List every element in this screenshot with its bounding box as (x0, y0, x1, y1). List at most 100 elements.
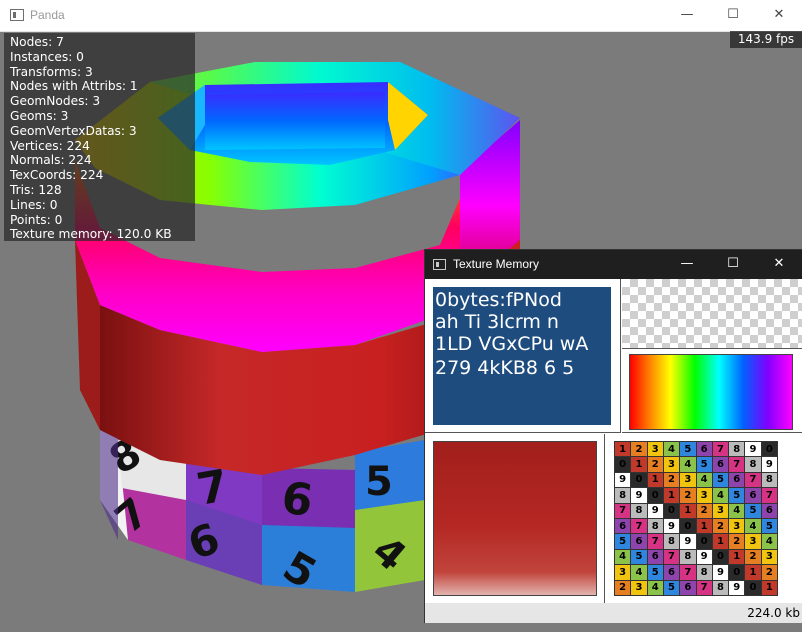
stat-texcoords: TexCoords: 224 (10, 168, 104, 183)
digit-cell: 7 (615, 503, 631, 518)
digit-cell: 0 (696, 534, 712, 549)
digit-cell: 7 (631, 518, 647, 534)
digit-cell: 0 (745, 580, 761, 595)
digit-cell: 8 (712, 580, 729, 595)
digit-cell: 3 (663, 457, 680, 472)
digit-cell: 9 (745, 442, 761, 457)
font-glyph-row: 0bytes:fPNod (435, 289, 562, 311)
main-titlebar[interactable]: Panda — ☐ ✕ (0, 0, 802, 32)
texture-status-bar: 224.0 kb (425, 603, 802, 623)
digit-cell: 0 (647, 488, 663, 503)
texture-maximize-button[interactable]: ☐ (710, 250, 756, 279)
digit-cell: 5 (745, 503, 761, 518)
tile-font-texture[interactable]: 0bytes:fPNod ah Ti 3lcrm n 1LD VGxCPu wA… (425, 279, 621, 433)
minimize-button[interactable]: — (664, 0, 710, 31)
texture-grid: 0bytes:fPNod ah Ti 3lcrm n 1LD VGxCPu wA… (425, 279, 802, 623)
digit-cell: 0 (761, 442, 777, 457)
digit-cell: 3 (761, 549, 777, 565)
stat-instances: Instances: 0 (10, 49, 84, 64)
fps-meter: 143.9 fps (730, 31, 802, 48)
digit-cell: 5 (647, 565, 663, 580)
digit-cell: 4 (761, 534, 777, 549)
digit-cell: 4 (663, 442, 680, 457)
digit-cell: 6 (696, 442, 712, 457)
digit-cell: 4 (712, 488, 729, 503)
digit-cell: 6 (615, 518, 631, 534)
font-texture-image: 0bytes:fPNod ah Ti 3lcrm n 1LD VGxCPu wA… (433, 287, 611, 425)
digit-cell: 0 (712, 549, 729, 565)
digit-cell: 2 (631, 442, 647, 457)
texture-window-icon (433, 259, 446, 270)
digit-cell: 6 (680, 580, 696, 595)
digit-cell: 6 (761, 503, 777, 518)
digit-cell: 5 (712, 472, 729, 488)
close-button[interactable]: ✕ (756, 0, 802, 31)
rainbow-texture-image (629, 354, 793, 430)
digit-cell: 7 (647, 534, 663, 549)
digit-cell: 1 (663, 488, 680, 503)
digit-cell: 8 (745, 457, 761, 472)
stat-geoms: Geoms: 3 (10, 108, 69, 123)
font-glyph-row: 1LD VGxCPu wA (435, 333, 589, 355)
digit-cell: 9 (696, 549, 712, 565)
digit-cell: 3 (647, 442, 663, 457)
tile-digit-texture[interactable]: 1234567890012345678990123456788901234567… (606, 434, 802, 603)
digit-cell: 1 (696, 518, 712, 534)
digit-cell: 9 (680, 534, 696, 549)
digit-cell: 7 (696, 580, 712, 595)
digit-cell: 3 (631, 580, 647, 595)
digit-cell: 1 (631, 457, 647, 472)
digit-cell: 1 (745, 565, 761, 580)
tile-red-texture[interactable] (425, 434, 605, 603)
digit-cell: 2 (745, 549, 761, 565)
scene-stats-panel: Nodes: 7 Instances: 0 Transforms: 3 Node… (4, 33, 195, 241)
digit-cell: 2 (615, 580, 631, 595)
digit-texture-image: 1234567890012345678990123456788901234567… (614, 441, 778, 596)
stat-normals: Normals: 224 (10, 153, 92, 168)
digit-cell: 9 (729, 580, 745, 595)
digit-cell: 1 (729, 549, 745, 565)
digit-cell: 0 (631, 472, 647, 488)
texture-minimize-button[interactable]: — (664, 250, 710, 279)
digit-cell: 2 (680, 488, 696, 503)
texture-memory-titlebar[interactable]: Texture Memory — ☐ ✕ (425, 250, 802, 279)
svg-text:5: 5 (365, 459, 393, 505)
maximize-button[interactable]: ☐ (710, 0, 756, 31)
stat-nodes-with-attribs: Nodes with Attribs: 1 (10, 79, 138, 94)
stat-tris: Tris: 128 (10, 182, 62, 197)
digit-cell: 8 (663, 534, 680, 549)
digit-cell: 0 (615, 457, 631, 472)
stat-vertices: Vertices: 224 (10, 138, 90, 153)
digit-cell: 5 (729, 488, 745, 503)
digit-cell: 2 (712, 518, 729, 534)
digit-cell: 5 (631, 549, 647, 565)
digit-cell: 5 (761, 518, 777, 534)
digit-cell: 9 (663, 518, 680, 534)
texture-memory-window[interactable]: Texture Memory — ☐ ✕ 0bytes:fPNod ah Ti … (424, 249, 802, 623)
font-glyph-row: ah Ti 3lcrm n (435, 311, 559, 333)
tile-transparent-texture[interactable] (622, 279, 802, 349)
texture-close-button[interactable]: ✕ (756, 250, 802, 279)
digit-cell: 8 (761, 472, 777, 488)
digit-cell: 4 (680, 457, 696, 472)
digit-cell: 2 (761, 565, 777, 580)
digit-cell: 8 (729, 442, 745, 457)
digit-cell: 4 (745, 518, 761, 534)
digit-cell: 8 (615, 488, 631, 503)
font-glyph-row: 279 4kKB8 6 5 (435, 357, 575, 379)
digit-cell: 0 (680, 518, 696, 534)
tile-rainbow-texture[interactable] (622, 350, 802, 433)
digit-cell: 1 (680, 503, 696, 518)
digit-cell: 1 (647, 472, 663, 488)
digit-cell: 6 (745, 488, 761, 503)
stat-nodes: Nodes: 7 (10, 35, 64, 49)
digit-cell: 3 (712, 503, 729, 518)
digit-cell: 5 (663, 580, 680, 595)
digit-cell: 8 (680, 549, 696, 565)
digit-cell: 5 (615, 534, 631, 549)
digit-cell: 6 (647, 549, 663, 565)
digit-cell: 0 (729, 565, 745, 580)
digit-cell: 4 (647, 580, 663, 595)
digit-cell: 5 (680, 442, 696, 457)
stat-lines: Lines: 0 (10, 197, 58, 212)
